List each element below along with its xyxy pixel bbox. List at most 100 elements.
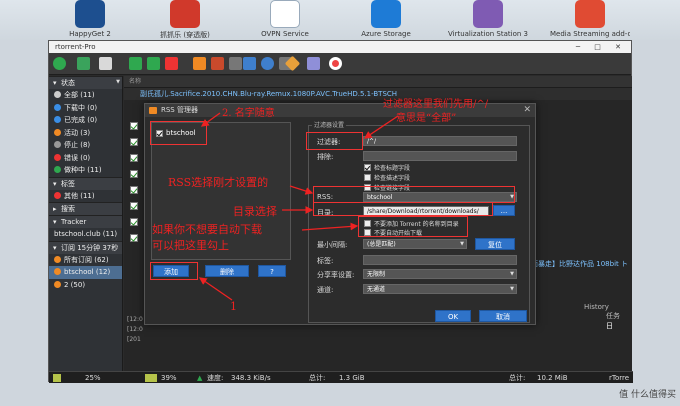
browse-directory-button[interactable]: ...: [493, 205, 515, 216]
rss-icon[interactable]: [193, 57, 206, 70]
help-button[interactable]: ?: [258, 265, 286, 277]
desktop-icon-happyget[interactable]: HappyGet 2: [50, 0, 130, 38]
rss-feed-icon: [54, 280, 61, 288]
ok-button[interactable]: OK: [435, 310, 471, 322]
exclude-label: 排除:: [317, 153, 334, 161]
torrent-row[interactable]: 副氏孤儿.Sacrifice.2010.CHN.Blu-ray.Remux.10…: [124, 88, 632, 100]
stop-icon[interactable]: [165, 57, 178, 70]
row-checkbox[interactable]: [130, 234, 138, 242]
status-dot-icon: [54, 166, 61, 173]
desktop-icon-media-streaming[interactable]: Media Streaming add-on: [550, 0, 630, 38]
sidebar-item-all[interactable]: 全部 (11): [49, 89, 122, 102]
sidebar-item-active[interactable]: 活动 (3): [49, 127, 122, 140]
sidebar-item-feed-2[interactable]: 2 (50): [49, 279, 122, 292]
row-checkbox[interactable]: [130, 202, 138, 210]
settings-icon[interactable]: [229, 57, 242, 70]
status-percent-1: 25%: [85, 374, 101, 382]
min-interval-select[interactable]: (总是匹配): [363, 239, 467, 249]
ovpn-icon: [270, 0, 300, 28]
channel-select[interactable]: 无通道: [363, 284, 517, 294]
filter-input[interactable]: /^/: [363, 136, 517, 146]
lifebuoy-icon[interactable]: [329, 57, 342, 70]
refresh-icon[interactable]: [261, 57, 274, 70]
row-checkbox[interactable]: [130, 218, 138, 226]
row-checkbox[interactable]: [130, 138, 138, 146]
row-checkbox[interactable]: [130, 170, 138, 178]
window-titlebar[interactable]: rtorrent-Pro ─ □ ✕: [49, 41, 631, 53]
delete-button[interactable]: 删除: [205, 265, 249, 277]
tag-input[interactable]: [363, 255, 517, 265]
desktop-icon-zhuazhuale[interactable]: 抓抓乐 (穿透版): [145, 0, 225, 40]
sidebar-item-all-feeds[interactable]: 所有订阅 (62): [49, 254, 122, 267]
exclude-input[interactable]: [363, 151, 517, 161]
sidebar-item-seeding[interactable]: 做种中 (11): [49, 164, 122, 177]
window-title: rtorrent-Pro: [55, 43, 96, 51]
sidebar-item-downloading[interactable]: 下载中 (0): [49, 102, 122, 115]
torrent-name: 副氏孤儿.Sacrifice.2010.CHN.Blu-ray.Remux.10…: [140, 90, 398, 98]
annotation-directory: 目录选择: [233, 205, 277, 218]
status-dot-icon: [54, 91, 61, 98]
media-streaming-icon: [575, 0, 605, 28]
annotation-autostart-line2: 可以把这里勾上: [152, 239, 229, 252]
desktop-icon-virtualization[interactable]: Virtualization Station 3: [448, 0, 528, 38]
close-icon[interactable]: ✕: [523, 104, 531, 117]
status-bar: 25% 39% ▲ 速度: 348.3 KiB/s 总计: 1.3 GiB 总计…: [49, 371, 633, 383]
monitor-icon[interactable]: [243, 57, 256, 70]
toolbar: [49, 53, 631, 75]
add-torrent-icon[interactable]: [53, 57, 66, 70]
pause-icon[interactable]: [147, 57, 160, 70]
torrent-row-right-text: 全面暴走】比野达作品 108bit ト: [524, 260, 628, 268]
tab-log[interactable]: 日: [606, 322, 613, 330]
happyget-icon: [75, 0, 105, 28]
check-title-checkbox[interactable]: [364, 164, 371, 171]
sidebar-item-completed[interactable]: 已完成 (0): [49, 114, 122, 127]
tab-history[interactable]: History: [584, 303, 609, 311]
annotation-box-add: [150, 262, 198, 280]
sidebar-item-other[interactable]: 其他 (11): [49, 190, 122, 203]
check-desc-checkbox[interactable]: [364, 174, 371, 181]
tag-label: 标签:: [317, 257, 334, 265]
status-dot-icon: [54, 116, 61, 123]
status-dot-icon: [54, 153, 61, 161]
sidebar: ▾ 状态 全部 (11) 下载中 (0) 已完成 (0) 活动 (3) 停止 (8…: [49, 76, 123, 371]
filter-settings-title: 过滤器设置: [312, 120, 347, 129]
cancel-button[interactable]: 取消: [479, 310, 527, 322]
rtorrent-status-label: rTorre: [609, 374, 630, 382]
rss-manager-icon[interactable]: [211, 57, 224, 70]
annotation-box-filter: [306, 132, 363, 150]
channel-label: 通道:: [317, 286, 334, 294]
check-desc-label: 检查描述字段: [374, 175, 411, 182]
trash-icon[interactable]: [99, 57, 112, 70]
column-header-name[interactable]: 名称: [124, 76, 632, 88]
sidebar-section-tracker[interactable]: ▾ Tracker: [49, 215, 122, 228]
annotation-step-1: 1: [230, 300, 237, 313]
start-icon[interactable]: [129, 57, 142, 70]
desktop-strip: HappyGet 2 抓抓乐 (穿透版) OVPN Service Azure …: [0, 0, 680, 40]
share-ratio-select[interactable]: 无限制: [363, 269, 517, 279]
rss-icon: [149, 107, 157, 114]
row-checkbox[interactable]: [130, 122, 138, 130]
window-controls[interactable]: ─ □ ✕: [576, 41, 627, 53]
sidebar-item-tracker-btschool[interactable]: btschool.club (11): [49, 228, 122, 241]
flask-icon[interactable]: [77, 57, 90, 70]
row-checkbox[interactable]: [130, 186, 138, 194]
sidebar-section-labels[interactable]: ▾ 标签: [49, 176, 122, 190]
status-dot-icon: [54, 103, 61, 111]
rss-feed-icon: [54, 255, 61, 263]
row-checkbox[interactable]: [130, 154, 138, 162]
speed-value: 348.3 KiB/s: [231, 374, 271, 382]
desktop-icon-azure[interactable]: Azure Storage: [346, 0, 426, 38]
sidebar-item-error[interactable]: 错误 (0): [49, 152, 122, 165]
sidebar-section-search[interactable]: ▸ 搜索: [49, 202, 122, 215]
sidebar-item-stopped[interactable]: 停止 (8): [49, 139, 122, 152]
sidebar-section-status[interactable]: ▾ 状态: [49, 76, 122, 89]
disk-indicator-icon: [145, 374, 157, 382]
annotation-box-rss: [313, 186, 515, 203]
reset-button[interactable]: 复位: [475, 238, 515, 250]
sidebar-item-feed-btschool[interactable]: btschool (12): [49, 266, 122, 279]
label-dot-icon: [54, 191, 61, 199]
tab-tasks[interactable]: 任务: [606, 312, 620, 320]
desktop-icon-ovpn[interactable]: OVPN Service: [245, 0, 325, 38]
sidebar-section-feeds[interactable]: ▾ 订阅 15分钟 37秒: [49, 240, 122, 254]
stack-icon[interactable]: [307, 57, 320, 70]
